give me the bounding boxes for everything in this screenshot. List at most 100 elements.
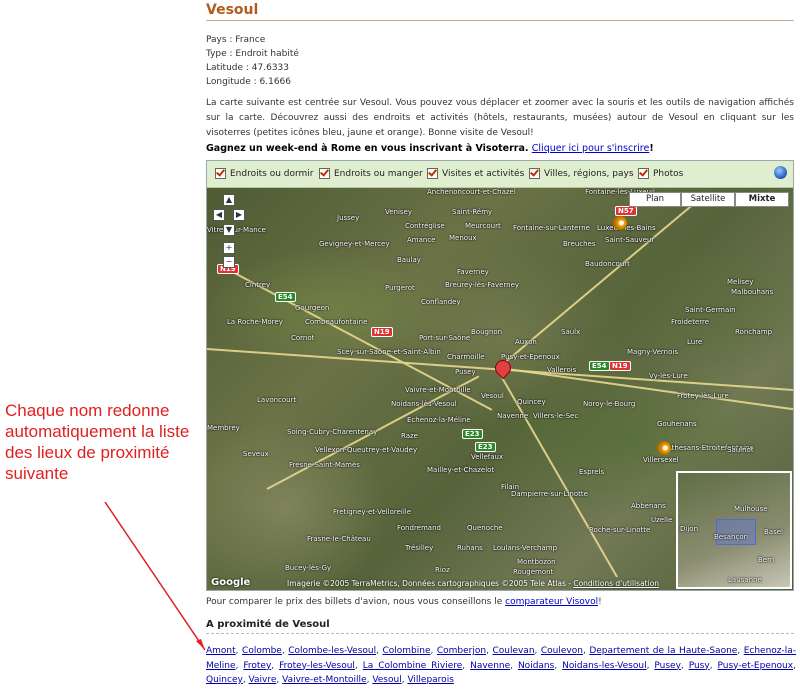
nearby-link[interactable]: Amont	[206, 646, 236, 656]
pan-down-icon[interactable]: ▼	[223, 224, 235, 236]
nearby-link[interactable]: Noidans	[518, 661, 554, 671]
visoterre-marker-icon[interactable]	[657, 441, 671, 455]
nearby-link[interactable]: Colombine	[382, 646, 430, 656]
nearby-link[interactable]: Frotey-les-Vesoul	[279, 661, 355, 671]
pan-up-icon[interactable]: ▲	[223, 194, 235, 206]
overview-minimap[interactable]: Mulhouse Dijon Besançon Basel Bern Lausa…	[676, 471, 792, 589]
nearby-link[interactable]: Coulevan	[492, 646, 534, 656]
zoom-out-icon[interactable]: −	[223, 256, 235, 268]
nearby-link[interactable]: Noidans-les-Vesoul	[562, 661, 646, 671]
road-shield-n57: N57	[615, 206, 637, 216]
pan-right-icon[interactable]: ▶	[233, 209, 245, 221]
longitude-info: Longitude : 6.1666	[206, 77, 292, 87]
filter-eat[interactable]: Endroits ou manger	[319, 168, 423, 179]
nearby-link[interactable]: Pusy	[689, 661, 710, 671]
flight-compare: Pour comparer le prix des billets d'avio…	[206, 597, 602, 607]
road-shield-n19: N19	[609, 361, 631, 371]
map-place-label: Vaivre-et-Montoille	[405, 386, 471, 394]
map-place-label: Rougemont	[513, 568, 554, 576]
checkbox-visits[interactable]	[427, 168, 438, 179]
overview-place: Besançon	[714, 533, 749, 541]
checkbox-sleep[interactable]	[215, 168, 226, 179]
map-place-label: Combeaufontaine	[305, 318, 368, 326]
filter-photos[interactable]: Photos	[638, 168, 683, 179]
nearby-link[interactable]: Vaivre	[249, 675, 277, 685]
nearby-link[interactable]: Pusy-et-Epenoux	[718, 661, 794, 671]
google-logo: Google	[211, 577, 251, 588]
map-place-label: Breurey-lès-Faverney	[445, 281, 520, 289]
map-filter-bar: Endroits ou dormir Endroits ou manger Vi…	[207, 161, 793, 188]
overview-place: Lausanne	[728, 576, 762, 584]
promo-banner: Gagnez un week-end à Rome en vous inscri…	[206, 143, 794, 154]
nearby-link[interactable]: Villeparois	[407, 675, 453, 685]
zoom-in-icon[interactable]: +	[223, 242, 235, 254]
maptype-plan[interactable]: Plan	[629, 192, 681, 207]
map-place-label: Trésilley	[405, 544, 434, 552]
filter-sleep-label: Endroits ou dormir	[230, 168, 314, 179]
checkbox-cities[interactable]	[529, 168, 540, 179]
map-place-label: Gevigney-et-Mercey	[319, 240, 390, 248]
map-copyright: Imagerie ©2005 TerraMetrics, Données car…	[287, 579, 659, 588]
filter-sleep[interactable]: Endroits ou dormir	[215, 168, 314, 179]
filter-visits[interactable]: Visites et activités	[427, 168, 524, 179]
nearby-link[interactable]: Colombe-les-Vesoul	[288, 646, 376, 656]
map-place-label: Esprels	[579, 468, 605, 476]
checkbox-photos[interactable]	[638, 168, 649, 179]
map-place-label: Scey-sur-Saône-et-Saint-Albin	[337, 348, 441, 356]
map-place-label: Frasne-le-Château	[307, 535, 371, 543]
map-place-label: Purgerot	[385, 284, 415, 292]
nearby-link[interactable]: Vesoul	[372, 675, 401, 685]
nearby-link[interactable]: Frotey	[243, 661, 271, 671]
nearby-link[interactable]: Colombe	[242, 646, 282, 656]
map-place-label: Ronchamp	[735, 328, 773, 336]
filter-cities[interactable]: Villes, régions, pays	[529, 168, 634, 179]
map-place-label: Froideterre	[671, 318, 710, 326]
nearby-link[interactable]: Coulevon	[541, 646, 583, 656]
map-place-label: Breuches	[563, 240, 596, 248]
map-place-label: Noroy-le-Bourg	[583, 400, 636, 408]
map-place-label: Vy-lès-Lure	[649, 372, 688, 380]
map-place-label: Port-sur-Saône	[419, 334, 471, 342]
nearby-link[interactable]: Quincey	[206, 675, 243, 685]
nearby-link[interactable]: La Colombine Riviere	[363, 661, 463, 671]
filter-photos-label: Photos	[653, 168, 684, 179]
checkbox-eat[interactable]	[319, 168, 330, 179]
map-place-label: Lure	[687, 338, 703, 346]
map-place-label: Vellefaux	[471, 453, 504, 461]
type-info: Type : Endroit habité	[206, 49, 299, 59]
satellite-map[interactable]: Anchenoncourt-et-Chazel Fontaine-lès-Luxe…	[207, 188, 793, 590]
map-place-label: Frotey-lès-Lure	[677, 392, 729, 400]
map-place-label: Venisey	[385, 208, 413, 216]
nearby-link[interactable]: Comberjon	[437, 646, 486, 656]
globe-icon[interactable]	[774, 166, 787, 179]
visoterre-marker-icon[interactable]	[613, 216, 627, 230]
maptype-satellite[interactable]: Satellite	[681, 192, 735, 207]
promo-text: Gagnez un week-end à Rome en vous inscri…	[206, 143, 532, 154]
signup-link[interactable]: Cliquer ici pour s'inscrire	[532, 143, 650, 154]
map-place-label: Gouhenans	[657, 420, 697, 428]
map-place-label: Noidans-lès-Vesoul	[391, 400, 457, 408]
nearby-links: Amont, Colombe, Colombe-les-Vesoul, Colo…	[206, 646, 797, 685]
map-place-label: Malbouhans	[731, 288, 774, 296]
map-place-label: Fretigney-et-Velloreille	[333, 508, 412, 516]
map-place-label: Cintrey	[245, 281, 271, 289]
nearby-link[interactable]: Departement de la Haute-Saone	[589, 646, 737, 656]
map-place-label: Soing-Cubry-Charentenay	[287, 428, 378, 436]
map-place-label: Anchenoncourt-et-Chazel	[427, 188, 516, 196]
visovol-link[interactable]: comparateur Visovol	[505, 597, 598, 607]
nearby-link[interactable]: Vaivre-et-Montoille	[282, 675, 366, 685]
nearby-link[interactable]: Pusey	[654, 661, 681, 671]
page-title: Vesoul	[206, 2, 794, 21]
maptype-mixte[interactable]: Mixte	[735, 192, 789, 207]
map-place-label: Raze	[401, 432, 418, 440]
map-place-label: Lavoncourt	[257, 396, 297, 404]
annotation-note: Chaque nom redonne automatiquement la li…	[5, 401, 190, 483]
map-place-label: Amance	[407, 236, 436, 244]
map-place-label: Pusy-et-Epenoux	[501, 353, 560, 361]
map-place-label: Montbozon	[517, 558, 556, 566]
overview-viewport[interactable]	[716, 519, 756, 545]
terms-link[interactable]: Conditions d'utilisation	[573, 579, 659, 588]
nearby-link[interactable]: Navenne	[470, 661, 510, 671]
pan-left-icon[interactable]: ◀	[213, 209, 225, 221]
map-place-label: Meurcourt	[465, 222, 501, 230]
